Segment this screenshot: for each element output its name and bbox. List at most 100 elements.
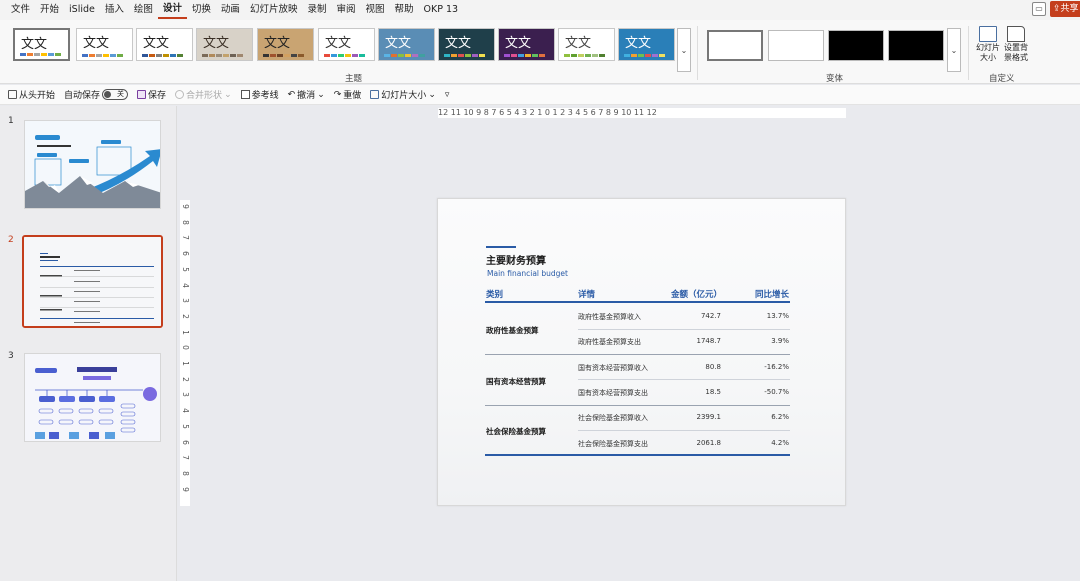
table-amount: 2399.1 [696, 413, 722, 421]
group-label-variant: 变体 [826, 74, 844, 84]
theme-swatch[interactable]: 文文 [257, 28, 314, 61]
menu-view[interactable]: 视图 [360, 0, 389, 20]
guides-checkbox[interactable]: 参考线 [240, 88, 279, 101]
redo-icon: ↷ [333, 89, 342, 100]
table-row-divider [578, 430, 790, 431]
menu-transitions[interactable]: 切换 [187, 0, 216, 20]
redo-button[interactable]: ↷ 重做 [333, 88, 362, 102]
menu-design[interactable]: 设计 [157, 1, 187, 19]
slide-subtitle[interactable]: Main financial budget [487, 269, 568, 278]
theme-swatch[interactable]: 文文 [318, 28, 375, 61]
theme-color-bars [384, 54, 425, 57]
menu-animations[interactable]: 动画 [216, 0, 245, 20]
group-label-custom: 自定义 [989, 74, 1015, 84]
theme-color-bars [202, 54, 243, 57]
theme-swatch-label: 文文 [264, 36, 291, 51]
table-growth: -50.7% [764, 388, 789, 396]
customize-qat-icon[interactable]: ▿ [445, 90, 450, 100]
save-button[interactable]: 保存 [137, 88, 166, 101]
qat-slide-size-button[interactable]: 幻灯片大小 ⌄ [370, 88, 436, 101]
comment-icon[interactable]: ▭ [1032, 2, 1046, 16]
ruler-tick-label: 9 [181, 204, 190, 209]
theme-swatch[interactable]: 文文 [378, 28, 435, 61]
menu-bar: 文件 开始 iSlide 插入 绘图 设计 切换 动画 幻灯片放映 录制 审阅 … [0, 0, 1080, 20]
ruler-tick-label: 8 [181, 219, 190, 225]
guides-label: 参考线 [251, 91, 279, 101]
theme-swatch[interactable]: 文文 [438, 28, 495, 61]
menu-file[interactable]: 文件 [6, 0, 35, 20]
variant-swatch[interactable] [828, 30, 884, 61]
menu-insert[interactable]: 插入 [100, 0, 129, 20]
theme-color-bars [324, 54, 365, 57]
undo-label: 撤消 [297, 91, 316, 101]
merge-shapes-button[interactable]: 合并形状 ⌄ [175, 88, 232, 101]
menu-record[interactable]: 录制 [302, 0, 331, 20]
theme-swatch-label: 文文 [83, 36, 110, 51]
slide-thumbnail-2[interactable] [22, 235, 163, 328]
autosave-control[interactable]: 自动保存 关 [64, 88, 129, 101]
format-background-label: 设置背景格式 [1004, 43, 1028, 62]
save-icon [137, 90, 147, 99]
slide-size-button[interactable]: 幻灯片大小 [975, 26, 1001, 63]
theme-swatch[interactable]: 文文 [196, 28, 253, 61]
undo-button[interactable]: ↶ 撤消 ⌄ [288, 88, 325, 102]
menu-islide[interactable]: iSlide [64, 0, 100, 20]
slide-thumbnail-1[interactable] [24, 120, 161, 209]
slide-thumbnail-3[interactable] [24, 353, 161, 442]
ruler-tick-label: 5 [181, 423, 190, 429]
menu-draw[interactable]: 绘图 [129, 0, 158, 20]
slide-canvas[interactable]: 主要财务预算 Main financial budget 类别 详情 金额（亿元… [437, 198, 846, 506]
table-amount: 1748.7 [696, 337, 722, 345]
theme-swatch-label: 文文 [385, 36, 412, 51]
table-category: 政府性基金预算 [486, 325, 539, 335]
slide-title[interactable]: 主要财务预算 [486, 252, 546, 267]
thumbnail-2-preview [24, 237, 161, 326]
menu-slideshow[interactable]: 幻灯片放映 [245, 0, 303, 20]
group-label-theme: 主题 [345, 74, 363, 84]
format-background-icon [1007, 26, 1025, 42]
ruler-tick-label: 0 [181, 345, 190, 351]
guides-check[interactable] [240, 90, 250, 99]
menu-help[interactable]: 帮助 [390, 0, 419, 20]
theme-swatch-label: 文文 [625, 36, 652, 51]
merge-shapes-icon [175, 90, 185, 99]
theme-swatch-label: 文文 [21, 37, 48, 52]
redo-label: 重做 [343, 91, 362, 101]
theme-swatch[interactable]: 文文 [13, 28, 70, 61]
format-background-button[interactable]: 设置背景格式 [1003, 26, 1029, 63]
theme-swatch-label: 文文 [143, 36, 170, 51]
variant-swatch[interactable] [707, 30, 763, 61]
table-row-divider [485, 405, 790, 406]
menu-review[interactable]: 审阅 [331, 0, 360, 20]
header-amount: 金额（亿元） [671, 290, 723, 300]
ruler-tick-label: 2 [181, 376, 190, 382]
theme-color-bars [20, 53, 61, 56]
theme-swatch-label: 文文 [445, 36, 472, 51]
theme-swatch[interactable]: 文文 [558, 28, 615, 61]
theme-swatch[interactable]: 文文 [76, 28, 133, 61]
ruler-tick-label: 1 [181, 329, 190, 335]
theme-color-bars [444, 54, 485, 57]
table-amount: 2061.8 [696, 439, 722, 447]
variants-more-button[interactable]: ⌄ [947, 28, 961, 72]
table-detail: 社会保险基金预算支出 [578, 440, 648, 448]
from-start-button[interactable]: 从头开始 [8, 88, 55, 101]
ruler-tick-label: 7 [181, 455, 190, 461]
menu-home[interactable]: 开始 [35, 0, 64, 20]
divider [697, 26, 698, 80]
autosave-state: 关 [117, 90, 125, 98]
theme-swatch[interactable]: 文文 [618, 28, 675, 61]
theme-swatch[interactable]: 文文 [136, 28, 193, 61]
menu-okp[interactable]: OKP 13 [419, 0, 464, 20]
variant-swatch[interactable] [768, 30, 824, 61]
variant-swatch[interactable] [888, 30, 944, 61]
table-row-divider [485, 354, 790, 355]
header-detail: 详情 [578, 290, 596, 300]
theme-swatch[interactable]: 文文 [498, 28, 555, 61]
share-label: 共享 [1060, 4, 1079, 14]
autosave-toggle[interactable]: 关 [102, 89, 129, 100]
theme-swatch-label: 文文 [325, 36, 352, 51]
share-button[interactable]: ⇪共享 [1050, 1, 1080, 17]
table-growth: 6.2% [771, 413, 789, 421]
themes-more-button[interactable]: ⌄ [677, 28, 691, 72]
